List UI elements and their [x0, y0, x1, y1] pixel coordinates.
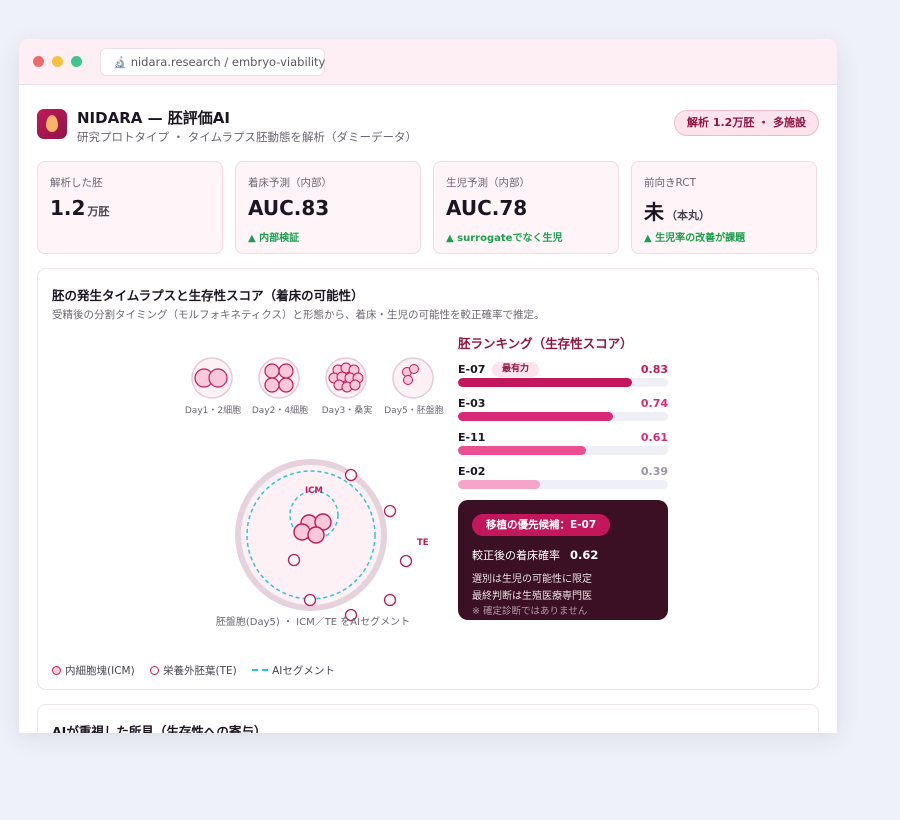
title-bar: 🔬 nidara.research / embryo-viability: [19, 39, 837, 85]
score-bar-fill: [458, 378, 633, 387]
embryo-score: 0.83: [640, 363, 668, 376]
browser-window: 🔬 nidara.research / embryo-viability NIDA…: [19, 39, 837, 733]
stat-card-embryos: 解析した胚 1.2 万胚: [37, 161, 223, 254]
stat-number: 1.2: [50, 196, 86, 220]
score-bar-track: [458, 412, 668, 421]
app-title: NIDARA — 胚評価AI: [77, 109, 230, 127]
embryo-id: E-07: [458, 363, 486, 376]
stage-day3-embryo[interactable]: [325, 357, 367, 399]
icm-label: ICM: [305, 486, 323, 496]
stat-note: ▲ 生児率の改善が課題: [644, 233, 746, 244]
stage-day2-embryo[interactable]: [258, 357, 300, 399]
dashed-line-icon: [252, 669, 269, 671]
rank-row-1[interactable]: E-03 0.74: [458, 397, 668, 427]
stat-label: 生児予測（内部）: [446, 177, 530, 189]
stat-value: 未（本丸）: [644, 196, 710, 225]
rank-row-3[interactable]: E-02 0.39: [458, 465, 668, 495]
timelapse-panel: 胚の発生タイムラプスと生存性スコア（着床の可能性） 受精後の分割タイミング（モル…: [37, 268, 819, 690]
candidate-note-2: 最終判断は生殖医療専門医: [472, 591, 592, 602]
stat-note: ▲ 内部検証: [248, 233, 300, 244]
candidate-disclaimer: ※ 確定診断ではありません: [472, 606, 588, 617]
blastocyst-segmentation[interactable]: ICM TE: [235, 459, 429, 622]
stage-day5-embryo[interactable]: [392, 357, 434, 399]
stage-day1-embryo[interactable]: [191, 357, 233, 399]
legend-seg-label: AIセグメント: [272, 665, 335, 677]
stat-card-implantation: 着床予測（内部） AUC.83 ▲ 内部検証: [235, 161, 421, 254]
te-swatch-icon: [150, 666, 160, 675]
embryo-score: 0.39: [640, 465, 668, 478]
ranking-title: 胚ランキング（生存性スコア）: [458, 336, 633, 351]
legend-icm-label: 内細胞塊(ICM): [65, 665, 135, 677]
app-subtitle: 研究プロトタイプ ・ タイムラプス胚動態を解析（ダミーデータ）: [77, 130, 418, 144]
stat-label: 着床予測（内部）: [248, 177, 332, 189]
stat-card-rct: 前向きRCT 未（本丸） ▲ 生児率の改善が課題: [631, 161, 817, 254]
diagram-legend: 内細胞塊(ICM) 栄養外胚葉(TE) AIセグメント: [52, 663, 347, 678]
embryo-id: E-02: [458, 465, 486, 478]
embryo-logo-icon: [37, 109, 67, 139]
findings-panel: AIが重視した所見（生存性への寄与）: [37, 704, 819, 733]
probability-value: 0.62: [570, 548, 599, 562]
score-bar-track: [458, 378, 668, 387]
embryo-ranking: 胚ランキング（生存性スコア） E-07 最有力 0.83 E-03 0.74 E…: [458, 333, 670, 489]
stat-unit: （本丸）: [666, 209, 710, 222]
stat-label: 解析した胚: [50, 177, 103, 189]
url-bar[interactable]: 🔬 nidara.research / embryo-viability: [100, 48, 325, 76]
rank-row-0[interactable]: E-07 最有力 0.83: [458, 362, 668, 393]
findings-title: AIが重視した所見（生存性への寄与）: [52, 724, 267, 733]
te-label: TE: [417, 538, 429, 548]
minimize-window-button[interactable]: [52, 56, 63, 67]
stat-value: 1.2 万胚: [50, 196, 109, 220]
candidate-badge: 移植の優先候補：E-07: [472, 514, 611, 536]
stat-number: 未: [644, 200, 664, 224]
page-background: [0, 733, 900, 820]
app-header: NIDARA — 胚評価AI 研究プロトタイプ ・ タイムラプス胚動態を解析（ダ…: [37, 107, 819, 147]
embryo-timelapse-diagram: ICM TE: [191, 357, 434, 622]
stat-value: AUC.78: [446, 196, 528, 220]
stat-note: ▲ surrogateでなく生児: [446, 233, 563, 244]
legend-te-label: 栄養外胚葉(TE): [163, 665, 237, 677]
legend-te: 栄養外胚葉(TE): [150, 663, 237, 678]
url-text: nidara.research / embryo-viability: [130, 55, 326, 69]
stat-value: AUC.83: [248, 196, 330, 220]
stat-label: 前向きRCT: [644, 177, 697, 189]
embryo-id: E-03: [458, 397, 486, 410]
rank-row-2[interactable]: E-11 0.61: [458, 431, 668, 461]
microscope-icon: 🔬: [113, 56, 127, 69]
score-bar-fill: [458, 412, 614, 421]
stage-label-day5: Day5・胚盤胞: [384, 406, 444, 416]
embryo-score: 0.74: [640, 397, 668, 410]
close-window-button[interactable]: [33, 56, 44, 67]
maximize-window-button[interactable]: [71, 56, 82, 67]
icm-swatch-icon: [52, 666, 61, 675]
legend-icm: 内細胞塊(ICM): [52, 663, 135, 678]
analysis-badge: 解析 1.2万胚 ・ 多施設: [674, 110, 819, 136]
top-candidate-tag: 最有力: [492, 362, 540, 377]
embryo-score: 0.61: [640, 431, 668, 444]
score-bar-track: [458, 446, 668, 455]
score-bar-fill: [458, 446, 587, 455]
legend-seg: AIセグメント: [252, 663, 335, 678]
transfer-candidate-card: 移植の優先候補：E-07 較正後の着床確率 0.62 選別は生児の可能性に限定 最…: [458, 500, 668, 620]
score-bar-fill: [458, 480, 540, 489]
stat-unit: 万胚: [87, 205, 110, 218]
blastocyst-caption: 胚盤胞(Day5) ・ ICM／TE をAIセグメント: [215, 617, 411, 628]
score-bar-track: [458, 480, 668, 489]
stat-card-livebirth: 生児予測（内部） AUC.78 ▲ surrogateでなく生児: [433, 161, 619, 254]
embryo-id: E-11: [458, 431, 486, 444]
panel-title: 胚の発生タイムラプスと生存性スコア（着床の可能性）: [52, 288, 364, 303]
panel-subtitle: 受精後の分割タイミング（モルフォキネティクス）と形態から、着床・生児の可能性を較…: [52, 309, 545, 321]
stats-row: 解析した胚 1.2 万胚 着床予測（内部） AUC.83 ▲ 内部検証 生児予測（…: [37, 161, 819, 254]
candidate-note-1: 選別は生児の可能性に限定: [472, 574, 592, 585]
probability-label: 較正後の着床確率: [472, 549, 560, 562]
calibrated-probability: 較正後の着床確率 0.62: [472, 547, 598, 563]
